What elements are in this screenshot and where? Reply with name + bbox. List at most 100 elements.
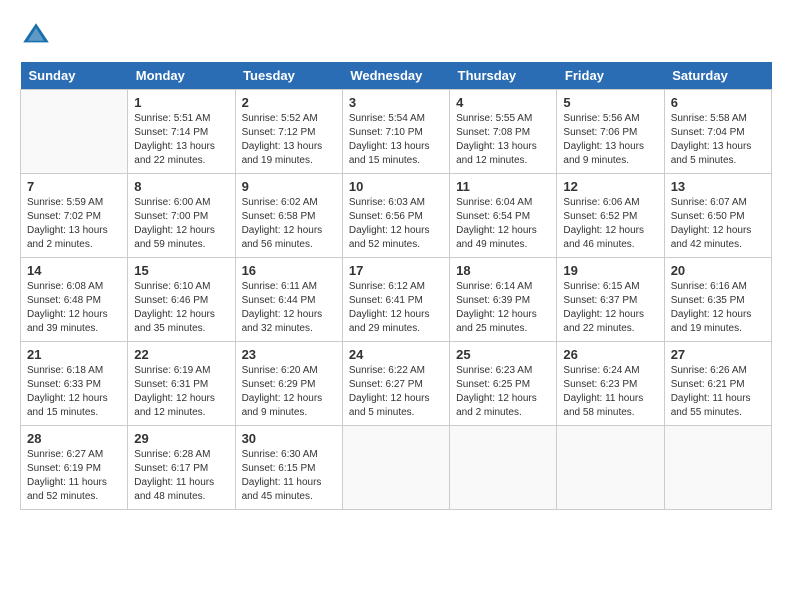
- day-info: Sunrise: 6:07 AM Sunset: 6:50 PM Dayligh…: [671, 196, 765, 252]
- day-number: 13: [671, 179, 765, 194]
- calendar-week-row: 1 Sunrise: 5:51 AM Sunset: 7:14 PM Daylig…: [21, 90, 772, 174]
- day-info: Sunrise: 5:52 AM Sunset: 7:12 PM Dayligh…: [242, 112, 336, 168]
- calendar-cell: 22 Sunrise: 6:19 AM Sunset: 6:31 PM Dayli…: [128, 342, 235, 426]
- calendar-week-row: 21 Sunrise: 6:18 AM Sunset: 6:33 PM Dayli…: [21, 342, 772, 426]
- logo: [20, 20, 56, 52]
- day-number: 30: [242, 431, 336, 446]
- calendar-cell: 16 Sunrise: 6:11 AM Sunset: 6:44 PM Dayli…: [235, 258, 342, 342]
- calendar-cell: 29Sunrise: 6:28 AM Sunset: 6:17 PM Dayli…: [128, 426, 235, 510]
- calendar-cell: 7 Sunrise: 5:59 AM Sunset: 7:02 PM Daylig…: [21, 174, 128, 258]
- header-cell-monday: Monday: [128, 62, 235, 90]
- day-info: Sunrise: 6:16 AM Sunset: 6:35 PM Dayligh…: [671, 280, 765, 336]
- calendar-cell: 19 Sunrise: 6:15 AM Sunset: 6:37 PM Dayli…: [557, 258, 664, 342]
- calendar-header-row: SundayMondayTuesdayWednesdayThursdayFrid…: [21, 62, 772, 90]
- logo-icon: [20, 20, 52, 52]
- calendar-cell: [342, 426, 449, 510]
- day-info: Sunrise: 6:11 AM Sunset: 6:44 PM Dayligh…: [242, 280, 336, 336]
- header-cell-saturday: Saturday: [664, 62, 771, 90]
- day-number: 27: [671, 347, 765, 362]
- calendar-cell: 12 Sunrise: 6:06 AM Sunset: 6:52 PM Dayli…: [557, 174, 664, 258]
- day-info: Sunrise: 6:23 AM Sunset: 6:25 PM Dayligh…: [456, 364, 550, 420]
- calendar-cell: 25 Sunrise: 6:23 AM Sunset: 6:25 PM Dayli…: [450, 342, 557, 426]
- day-number: 22: [134, 347, 228, 362]
- day-number: 9: [242, 179, 336, 194]
- day-number: 6: [671, 95, 765, 110]
- calendar-week-row: 7 Sunrise: 5:59 AM Sunset: 7:02 PM Daylig…: [21, 174, 772, 258]
- day-number: 3: [349, 95, 443, 110]
- calendar-cell: 3 Sunrise: 5:54 AM Sunset: 7:10 PM Daylig…: [342, 90, 449, 174]
- day-number: 1: [134, 95, 228, 110]
- calendar-cell: [450, 426, 557, 510]
- day-info: Sunrise: 6:10 AM Sunset: 6:46 PM Dayligh…: [134, 280, 228, 336]
- day-number: 29: [134, 431, 228, 446]
- calendar-cell: 23 Sunrise: 6:20 AM Sunset: 6:29 PM Dayli…: [235, 342, 342, 426]
- calendar-cell: 30 Sunrise: 6:30 AM Sunset: 6:15 PM Dayli…: [235, 426, 342, 510]
- day-info: Sunrise: 6:22 AM Sunset: 6:27 PM Dayligh…: [349, 364, 443, 420]
- day-info: Sunrise: 5:51 AM Sunset: 7:14 PM Dayligh…: [134, 112, 228, 168]
- day-info: Sunrise: 6:00 AM Sunset: 7:00 PM Dayligh…: [134, 196, 228, 252]
- day-number: 11: [456, 179, 550, 194]
- day-number: 2: [242, 95, 336, 110]
- day-info: Sunrise: 5:55 AM Sunset: 7:08 PM Dayligh…: [456, 112, 550, 168]
- calendar-cell: 24 Sunrise: 6:22 AM Sunset: 6:27 PM Dayli…: [342, 342, 449, 426]
- calendar-cell: [664, 426, 771, 510]
- calendar-cell: 13 Sunrise: 6:07 AM Sunset: 6:50 PM Dayli…: [664, 174, 771, 258]
- day-number: 18: [456, 263, 550, 278]
- day-info: Sunrise: 6:12 AM Sunset: 6:41 PM Dayligh…: [349, 280, 443, 336]
- header-cell-thursday: Thursday: [450, 62, 557, 90]
- day-info: Sunrise: 6:04 AM Sunset: 6:54 PM Dayligh…: [456, 196, 550, 252]
- day-info: Sunrise: 6:27 AM Sunset: 6:19 PM Dayligh…: [27, 448, 121, 504]
- day-number: 25: [456, 347, 550, 362]
- day-info: Sunrise: 5:59 AM Sunset: 7:02 PM Dayligh…: [27, 196, 121, 252]
- day-number: 23: [242, 347, 336, 362]
- day-number: 21: [27, 347, 121, 362]
- day-info: Sunrise: 6:15 AM Sunset: 6:37 PM Dayligh…: [563, 280, 657, 336]
- day-number: 19: [563, 263, 657, 278]
- day-number: 14: [27, 263, 121, 278]
- day-number: 20: [671, 263, 765, 278]
- day-info: Sunrise: 6:24 AM Sunset: 6:23 PM Dayligh…: [563, 364, 657, 420]
- calendar-cell: 21 Sunrise: 6:18 AM Sunset: 6:33 PM Dayli…: [21, 342, 128, 426]
- day-number: 24: [349, 347, 443, 362]
- calendar-table: SundayMondayTuesdayWednesdayThursdayFrid…: [20, 62, 772, 510]
- day-number: 10: [349, 179, 443, 194]
- day-number: 28: [27, 431, 121, 446]
- calendar-cell: 10 Sunrise: 6:03 AM Sunset: 6:56 PM Dayli…: [342, 174, 449, 258]
- day-info: Sunrise: 5:56 AM Sunset: 7:06 PM Dayligh…: [563, 112, 657, 168]
- day-number: 4: [456, 95, 550, 110]
- day-info: Sunrise: 5:54 AM Sunset: 7:10 PM Dayligh…: [349, 112, 443, 168]
- calendar-cell: 11 Sunrise: 6:04 AM Sunset: 6:54 PM Dayli…: [450, 174, 557, 258]
- day-info: Sunrise: 6:06 AM Sunset: 6:52 PM Dayligh…: [563, 196, 657, 252]
- day-info: Sunrise: 6:30 AM Sunset: 6:15 PM Dayligh…: [242, 448, 336, 504]
- calendar-cell: 26 Sunrise: 6:24 AM Sunset: 6:23 PM Dayli…: [557, 342, 664, 426]
- day-info: Sunrise: 6:18 AM Sunset: 6:33 PM Dayligh…: [27, 364, 121, 420]
- calendar-cell: 8Sunrise: 6:00 AM Sunset: 7:00 PM Daylig…: [128, 174, 235, 258]
- day-number: 17: [349, 263, 443, 278]
- day-number: 15: [134, 263, 228, 278]
- day-info: Sunrise: 6:03 AM Sunset: 6:56 PM Dayligh…: [349, 196, 443, 252]
- calendar-cell: 18 Sunrise: 6:14 AM Sunset: 6:39 PM Dayli…: [450, 258, 557, 342]
- calendar-week-row: 28 Sunrise: 6:27 AM Sunset: 6:19 PM Dayli…: [21, 426, 772, 510]
- day-info: Sunrise: 6:14 AM Sunset: 6:39 PM Dayligh…: [456, 280, 550, 336]
- header-cell-sunday: Sunday: [21, 62, 128, 90]
- day-number: 7: [27, 179, 121, 194]
- page-header: [20, 20, 772, 52]
- day-info: Sunrise: 6:20 AM Sunset: 6:29 PM Dayligh…: [242, 364, 336, 420]
- calendar-cell: 4 Sunrise: 5:55 AM Sunset: 7:08 PM Daylig…: [450, 90, 557, 174]
- header-cell-wednesday: Wednesday: [342, 62, 449, 90]
- day-number: 16: [242, 263, 336, 278]
- calendar-cell: 17 Sunrise: 6:12 AM Sunset: 6:41 PM Dayli…: [342, 258, 449, 342]
- calendar-week-row: 14 Sunrise: 6:08 AM Sunset: 6:48 PM Dayli…: [21, 258, 772, 342]
- calendar-cell: 2 Sunrise: 5:52 AM Sunset: 7:12 PM Daylig…: [235, 90, 342, 174]
- calendar-cell: 9 Sunrise: 6:02 AM Sunset: 6:58 PM Daylig…: [235, 174, 342, 258]
- calendar-cell: [557, 426, 664, 510]
- day-info: Sunrise: 6:08 AM Sunset: 6:48 PM Dayligh…: [27, 280, 121, 336]
- day-info: Sunrise: 6:19 AM Sunset: 6:31 PM Dayligh…: [134, 364, 228, 420]
- calendar-cell: 15 Sunrise: 6:10 AM Sunset: 6:46 PM Dayli…: [128, 258, 235, 342]
- day-info: Sunrise: 6:02 AM Sunset: 6:58 PM Dayligh…: [242, 196, 336, 252]
- calendar-cell: 28 Sunrise: 6:27 AM Sunset: 6:19 PM Dayli…: [21, 426, 128, 510]
- day-number: 12: [563, 179, 657, 194]
- calendar-cell: 27Sunrise: 6:26 AM Sunset: 6:21 PM Dayli…: [664, 342, 771, 426]
- day-number: 26: [563, 347, 657, 362]
- calendar-cell: 20 Sunrise: 6:16 AM Sunset: 6:35 PM Dayli…: [664, 258, 771, 342]
